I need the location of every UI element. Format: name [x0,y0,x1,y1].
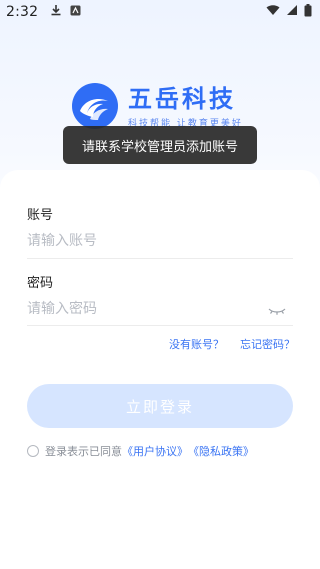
account-input[interactable] [27,226,293,256]
logo-mark-icon [70,81,120,131]
eye-closed-icon[interactable] [268,302,286,315]
login-screen: 2:32 五岳科技 科技帮能 让教育更美好 账号 请输入账号 密码 没有账号？ … [0,0,320,569]
privacy-policy-link[interactable]: 《隐私政策》 [188,443,254,459]
wifi-icon [266,4,280,20]
account-label: 账号 [27,208,54,223]
status-bar: 2:32 [0,0,320,24]
agreement-row: 登录表示已同意 《用户协议》 《隐私政策》 [27,443,254,459]
password-underline [27,325,293,326]
logo-title: 五岳科技 [128,84,236,113]
agreement-prefix: 登录表示已同意 [45,445,122,458]
battery-icon [304,3,312,21]
download-icon [50,4,62,20]
toast-message: 请联系学校管理员添加账号 [63,126,257,164]
signal-icon [286,4,298,20]
status-time: 2:32 [6,4,39,20]
account-underline [27,258,293,259]
brand-logo: 五岳科技 科技帮能 让教育更美好 [70,80,250,132]
agreement-checkbox[interactable] [27,445,39,457]
forgot-password-link[interactable]: 忘记密码？ [240,336,295,352]
no-account-link[interactable]: 没有账号？ [169,336,224,352]
user-agreement-link[interactable]: 《用户协议》 [122,443,188,459]
login-button[interactable]: 立即登录 [27,384,293,428]
password-input[interactable] [27,294,263,324]
password-label: 密码 [27,276,54,291]
notification-app-icon [70,4,81,20]
